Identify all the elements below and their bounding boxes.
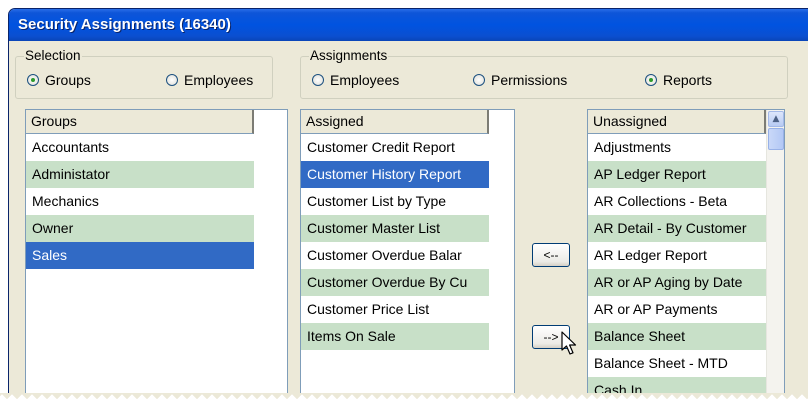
groups-list[interactable]: Groups Accountants Administator Mechanic… [25, 109, 288, 402]
groups-rows: Accountants Administator Mechanics Owner… [26, 134, 254, 269]
selection-legend: Selection [24, 48, 82, 63]
radio-assign-employees-label: Employees [330, 72, 400, 88]
list-item[interactable]: AP Ledger Report [588, 161, 766, 188]
radio-assign-employees-indicator[interactable] [312, 74, 324, 86]
unassigned-rows: Adjustments AP Ledger Report AR Collecti… [588, 134, 766, 402]
radio-reports-label: Reports [663, 72, 713, 88]
list-item[interactable]: AR Ledger Report [588, 242, 766, 269]
list-item[interactable]: Customer Master List [301, 215, 489, 242]
list-item[interactable]: Accountants [26, 134, 254, 161]
list-item[interactable]: Mechanics [26, 188, 254, 215]
list-item[interactable]: Items On Sale [301, 323, 489, 350]
list-item[interactable]: Customer Overdue By Cu [301, 269, 489, 296]
window-title: Security Assignments (16340) [9, 9, 808, 41]
unassigned-list[interactable]: Unassigned Adjustments AP Ledger Report … [587, 109, 785, 402]
assigned-rows: Customer Credit Report Customer History … [301, 134, 489, 350]
chevron-up-icon[interactable]: ▲ [768, 111, 784, 127]
list-item[interactable]: Balance Sheet [588, 323, 766, 350]
radio-employees-label: Employees [184, 72, 254, 88]
unassigned-list-header[interactable]: Unassigned [588, 110, 766, 134]
radio-permissions-indicator[interactable] [473, 74, 485, 86]
groups-list-header[interactable]: Groups [26, 110, 254, 134]
mouse-pointer-icon [561, 331, 577, 355]
list-item[interactable]: AR or AP Aging by Date [588, 269, 766, 296]
assignments-legend: Assignments [309, 48, 389, 63]
radio-groups-indicator[interactable] [27, 74, 39, 86]
list-item[interactable]: Adjustments [588, 134, 766, 161]
list-item[interactable]: AR Collections - Beta [588, 188, 766, 215]
list-item[interactable]: Owner [26, 215, 254, 242]
radio-permissions[interactable]: Permissions [473, 72, 567, 88]
security-assignments-window: Security Assignments (16340) Selection G… [8, 8, 808, 402]
assignments-group: Assignments Employees Permissions Report… [300, 48, 788, 99]
scrollbar-thumb[interactable] [768, 128, 784, 150]
list-item[interactable]: Customer Overdue Balar [301, 242, 489, 269]
assigned-list[interactable]: Assigned Customer Credit Report Customer… [300, 109, 515, 402]
remove-button[interactable]: <-- [532, 243, 570, 267]
list-item[interactable]: AR or AP Payments [588, 296, 766, 323]
list-item[interactable]: Customer Price List [301, 296, 489, 323]
list-item[interactable]: Customer Credit Report [301, 134, 489, 161]
radio-groups[interactable]: Groups [27, 72, 91, 88]
list-item[interactable]: Customer List by Type [301, 188, 489, 215]
unassigned-scrollbar[interactable]: ▲ [766, 110, 784, 402]
torn-edge [0, 393, 808, 402]
selection-group: Selection Groups Employees [15, 48, 273, 99]
radio-reports[interactable]: Reports [645, 72, 712, 88]
list-item[interactable]: Administator [26, 161, 254, 188]
assigned-list-header[interactable]: Assigned [301, 110, 489, 134]
radio-employees[interactable]: Employees [166, 72, 253, 88]
list-item[interactable]: Sales [26, 242, 254, 269]
radio-groups-label: Groups [45, 72, 91, 88]
radio-employees-indicator[interactable] [166, 74, 178, 86]
list-item[interactable]: Balance Sheet - MTD [588, 350, 766, 377]
radio-permissions-label: Permissions [491, 72, 568, 88]
list-item[interactable]: AR Detail - By Customer [588, 215, 766, 242]
radio-reports-indicator[interactable] [645, 74, 657, 86]
list-item[interactable]: Customer History Report [301, 161, 489, 188]
radio-assign-employees[interactable]: Employees [312, 72, 399, 88]
